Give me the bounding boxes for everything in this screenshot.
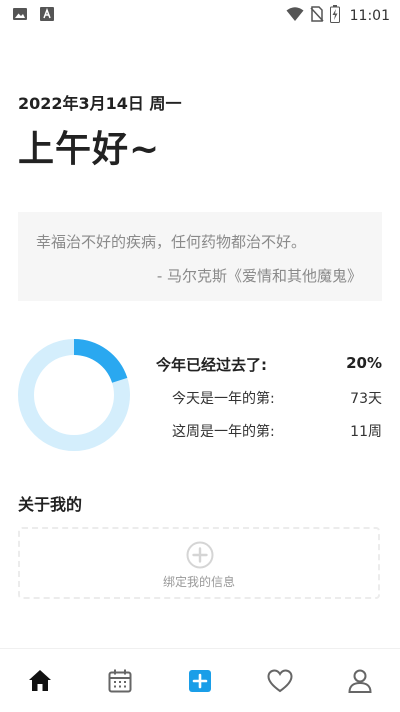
image-icon [12,6,28,26]
bottom-tab-bar [0,648,400,712]
bind-info-button[interactable]: 绑定我的信息 [18,527,380,599]
tab-favorites[interactable] [266,667,294,695]
user-icon [348,669,372,693]
week-of-year-value: 11周 [350,424,382,440]
quote-author: - 马尔克斯《爱情和其他魔鬼》 [156,267,362,285]
bind-info-label: 绑定我的信息 [162,575,235,589]
tab-profile[interactable] [346,667,374,695]
home-icon [29,670,51,691]
quote-card: 幸福治不好的疾病，任何药物都治不好。 - 马尔克斯《爱情和其他魔鬼》 [18,212,382,301]
year-progress-percent: 20% [346,354,382,372]
text-a-icon [40,6,54,26]
week-of-year-label: 这周是一年的第: [172,424,275,440]
status-time: 11:01 [349,8,390,24]
battery-charging-icon [329,5,340,27]
no-sim-icon [310,6,324,26]
year-progress-title: 今年已经过去了: [156,356,267,374]
greeting-title: 上午好~ [18,129,161,170]
day-of-year-label: 今天是一年的第: [172,391,275,407]
status-bar: 11:01 [0,0,400,28]
heart-icon [267,669,293,693]
current-date: 2022年3月14日 周一 [18,94,182,113]
add-circle-icon [186,541,214,569]
tab-add[interactable] [186,667,214,695]
calendar-icon [108,669,132,693]
day-of-year-value: 73天 [350,391,382,407]
about-me-title: 关于我的 [18,495,83,514]
quote-text: 幸福治不好的疾病，任何药物都治不好。 [36,233,307,251]
tab-calendar[interactable] [106,667,134,695]
wifi-icon [286,6,304,26]
add-icon [189,670,211,692]
tab-home[interactable] [26,667,54,695]
year-progress-donut [18,339,130,451]
